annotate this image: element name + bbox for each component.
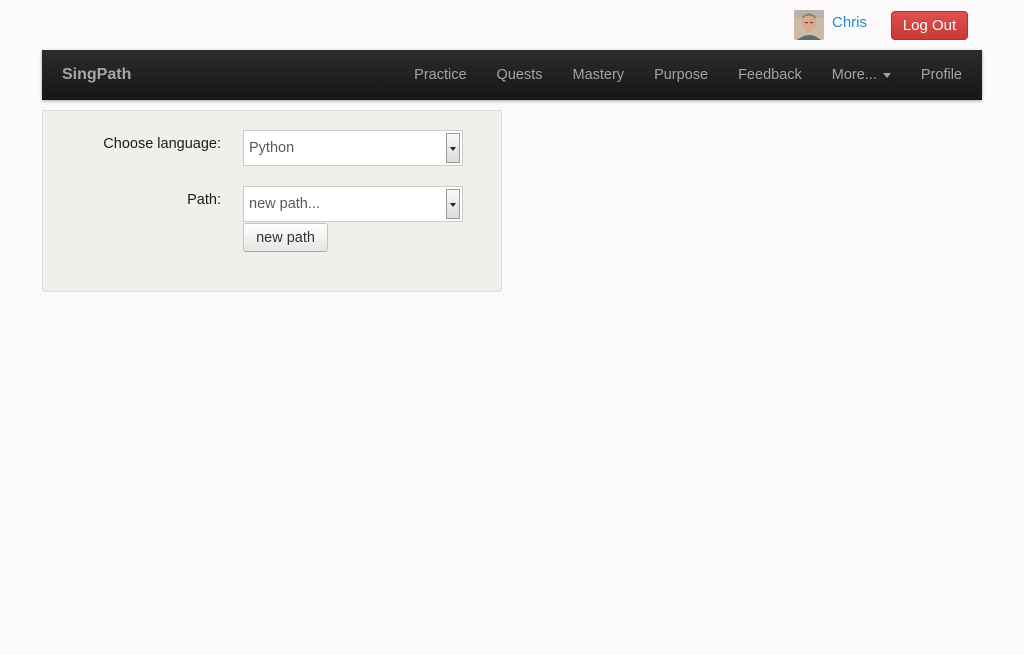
nav-item-quests[interactable]: Quests	[497, 67, 543, 83]
dropdown-arrow-icon[interactable]	[446, 189, 460, 219]
top-navbar: SingPath Practice Quests Mastery Purpose…	[42, 50, 982, 100]
nav-item-more-dropdown[interactable]: More...	[832, 67, 891, 83]
user-avatar[interactable]	[794, 10, 824, 40]
path-select-value: new path...	[249, 196, 320, 212]
avatar-photo-icon	[794, 10, 824, 40]
nav-label: Practice	[414, 67, 467, 83]
brand-logo[interactable]: SingPath	[62, 50, 131, 100]
path-select[interactable]: new path...	[243, 186, 463, 222]
new-path-button[interactable]: new path	[243, 223, 328, 252]
logout-button[interactable]: Log Out	[891, 11, 968, 40]
language-select-value: Python	[249, 140, 295, 156]
nav-label: Mastery	[572, 67, 625, 83]
user-bar: Chris Log Out	[794, 10, 974, 42]
nav-label: Feedback	[738, 67, 802, 83]
nav-label: Profile	[920, 67, 962, 83]
nav-item-purpose[interactable]: Purpose	[654, 67, 708, 83]
language-label: Choose language:	[103, 136, 221, 152]
nav-label: Quests	[496, 67, 543, 83]
path-settings-panel: Choose language: Python Path: new path..…	[42, 110, 502, 292]
nav-item-mastery[interactable]: Mastery	[572, 67, 624, 83]
nav-label: Purpose	[654, 67, 709, 83]
nav-menu: Practice Quests Mastery Purpose Feedback…	[384, 50, 962, 100]
nav-item-profile[interactable]: Profile	[921, 67, 962, 83]
caret-down-icon	[882, 72, 891, 78]
username-link[interactable]: Chris	[832, 14, 867, 31]
nav-label: More...	[831, 67, 877, 83]
nav-item-practice[interactable]: Practice	[414, 67, 466, 83]
nav-item-feedback[interactable]: Feedback	[738, 67, 802, 83]
dropdown-arrow-icon[interactable]	[446, 133, 460, 163]
path-label: Path:	[187, 192, 221, 208]
language-select[interactable]: Python	[243, 130, 463, 166]
